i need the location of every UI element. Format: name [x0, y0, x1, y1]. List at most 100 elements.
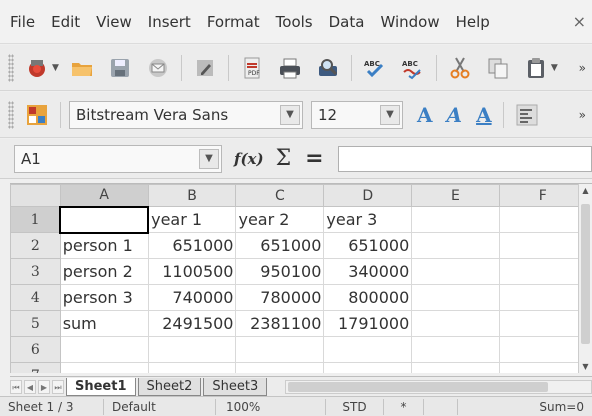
- row-header-2[interactable]: 2: [10, 232, 61, 259]
- bold-button[interactable]: A: [417, 103, 433, 127]
- cell-a6[interactable]: [59, 336, 149, 363]
- name-box-dropdown-icon[interactable]: ▼: [199, 148, 219, 169]
- function-wizard-icon[interactable]: f(x): [234, 150, 264, 168]
- align-left-icon[interactable]: [515, 103, 539, 127]
- row-header-5[interactable]: 5: [10, 310, 61, 337]
- horizontal-scroll-thumb[interactable]: [288, 381, 549, 392]
- cell-a4[interactable]: person 3: [59, 284, 149, 311]
- cell-f4[interactable]: [498, 284, 588, 311]
- font-size-dropdown-icon[interactable]: ▼: [380, 104, 400, 125]
- first-sheet-icon[interactable]: ⏮: [10, 379, 22, 394]
- cell-b1[interactable]: year 1: [147, 206, 237, 233]
- signature-field[interactable]: [424, 398, 458, 415]
- column-header-b[interactable]: B: [147, 184, 237, 207]
- close-document-icon[interactable]: ×: [573, 12, 586, 31]
- cell-c6[interactable]: [235, 336, 325, 363]
- menu-window[interactable]: Window: [372, 13, 447, 31]
- sheet-tab-2[interactable]: Sheet2: [137, 377, 202, 396]
- horizontal-scrollbar[interactable]: [285, 379, 592, 394]
- selection-mode[interactable]: STD: [326, 398, 384, 415]
- formula-input[interactable]: [337, 145, 592, 172]
- column-header-d[interactable]: D: [323, 184, 413, 207]
- vertical-scrollbar[interactable]: ▲ ▼: [578, 184, 592, 373]
- spellcheck-icon[interactable]: ABC: [363, 56, 387, 80]
- cell-b2[interactable]: 651000: [147, 232, 237, 259]
- cell-d5[interactable]: 1791000: [323, 310, 413, 337]
- cell-b4[interactable]: 740000: [147, 284, 237, 311]
- cell-b5[interactable]: 2491500: [147, 310, 237, 337]
- toolbar-grip[interactable]: [8, 53, 14, 82]
- styles-formatting-icon[interactable]: [25, 103, 49, 127]
- cell-b3[interactable]: 1100500: [147, 258, 237, 285]
- new-document-icon[interactable]: [25, 56, 49, 80]
- scroll-up-icon[interactable]: ▲: [579, 184, 592, 198]
- font-name-dropdown-icon[interactable]: ▼: [280, 104, 300, 125]
- export-pdf-icon[interactable]: PDF: [240, 56, 264, 80]
- print-preview-icon[interactable]: [316, 56, 340, 80]
- menu-format[interactable]: Format: [199, 13, 268, 31]
- cell-a2[interactable]: person 1: [59, 232, 149, 259]
- cut-icon[interactable]: [448, 56, 472, 80]
- font-size-combobox[interactable]: 12 ▼: [311, 100, 403, 129]
- cell-f5[interactable]: [498, 310, 588, 337]
- paste-dropdown-icon[interactable]: ▼: [551, 63, 558, 73]
- autospellcheck-icon[interactable]: ABC: [401, 56, 425, 80]
- cell-c3[interactable]: 950100: [235, 258, 325, 285]
- edit-file-icon[interactable]: [193, 56, 217, 80]
- cell-e7[interactable]: [411, 362, 500, 373]
- page-style[interactable]: Default: [104, 398, 216, 415]
- name-box[interactable]: A1 ▼: [14, 144, 222, 173]
- cell-e4[interactable]: [411, 284, 500, 311]
- sheet-tab-3[interactable]: Sheet3: [203, 377, 268, 396]
- zoom-level[interactable]: 100%: [216, 398, 326, 415]
- scroll-down-icon[interactable]: ▼: [579, 360, 592, 373]
- column-header-f[interactable]: F: [498, 184, 588, 207]
- cell-a7[interactable]: [59, 362, 149, 373]
- underline-button[interactable]: A: [476, 103, 492, 127]
- cell-e2[interactable]: [411, 232, 500, 259]
- column-header-e[interactable]: E: [411, 184, 500, 207]
- row-header-1[interactable]: 1: [10, 206, 61, 233]
- sum-icon[interactable]: Σ: [276, 146, 292, 171]
- row-header-7[interactable]: 7: [10, 362, 61, 373]
- cell-e6[interactable]: [411, 336, 500, 363]
- cell-b6[interactable]: [147, 336, 237, 363]
- cell-f1[interactable]: [498, 206, 588, 233]
- copy-icon[interactable]: [486, 56, 510, 80]
- email-icon[interactable]: [146, 56, 170, 80]
- cell-e1[interactable]: [411, 206, 500, 233]
- paste-icon[interactable]: [524, 56, 548, 80]
- menu-help[interactable]: Help: [448, 13, 498, 31]
- cell-f6[interactable]: [498, 336, 588, 363]
- cell-e3[interactable]: [411, 258, 500, 285]
- menu-insert[interactable]: Insert: [140, 13, 199, 31]
- cell-b7[interactable]: [147, 362, 237, 373]
- row-header-3[interactable]: 3: [10, 258, 61, 285]
- toolbar-overflow-icon[interactable]: »: [579, 61, 586, 75]
- toolbar-overflow-icon[interactable]: »: [579, 108, 586, 122]
- cell-c2[interactable]: 651000: [235, 232, 325, 259]
- menu-tools[interactable]: Tools: [268, 13, 321, 31]
- last-sheet-icon[interactable]: ⏭: [52, 379, 64, 394]
- menu-view[interactable]: View: [88, 13, 140, 31]
- new-dropdown-icon[interactable]: ▼: [52, 63, 59, 73]
- next-sheet-icon[interactable]: ▶: [38, 379, 50, 394]
- cell-d1[interactable]: year 3: [323, 206, 413, 233]
- menu-data[interactable]: Data: [321, 13, 373, 31]
- cell-e5[interactable]: [411, 310, 500, 337]
- menu-edit[interactable]: Edit: [43, 13, 88, 31]
- menu-file[interactable]: File: [0, 13, 43, 31]
- cell-d4[interactable]: 800000: [323, 284, 413, 311]
- open-folder-icon[interactable]: [70, 56, 94, 80]
- cell-d2[interactable]: 651000: [323, 232, 413, 259]
- sheet-tab-1[interactable]: Sheet1: [66, 377, 136, 396]
- cell-d3[interactable]: 340000: [323, 258, 413, 285]
- prev-sheet-icon[interactable]: ◀: [24, 379, 36, 394]
- column-header-a[interactable]: A: [59, 184, 149, 207]
- cell-f3[interactable]: [498, 258, 588, 285]
- print-icon[interactable]: [278, 56, 302, 80]
- column-header-c[interactable]: C: [235, 184, 325, 207]
- cell-a3[interactable]: person 2: [59, 258, 149, 285]
- row-header-6[interactable]: 6: [10, 336, 61, 363]
- row-header-4[interactable]: 4: [10, 284, 61, 311]
